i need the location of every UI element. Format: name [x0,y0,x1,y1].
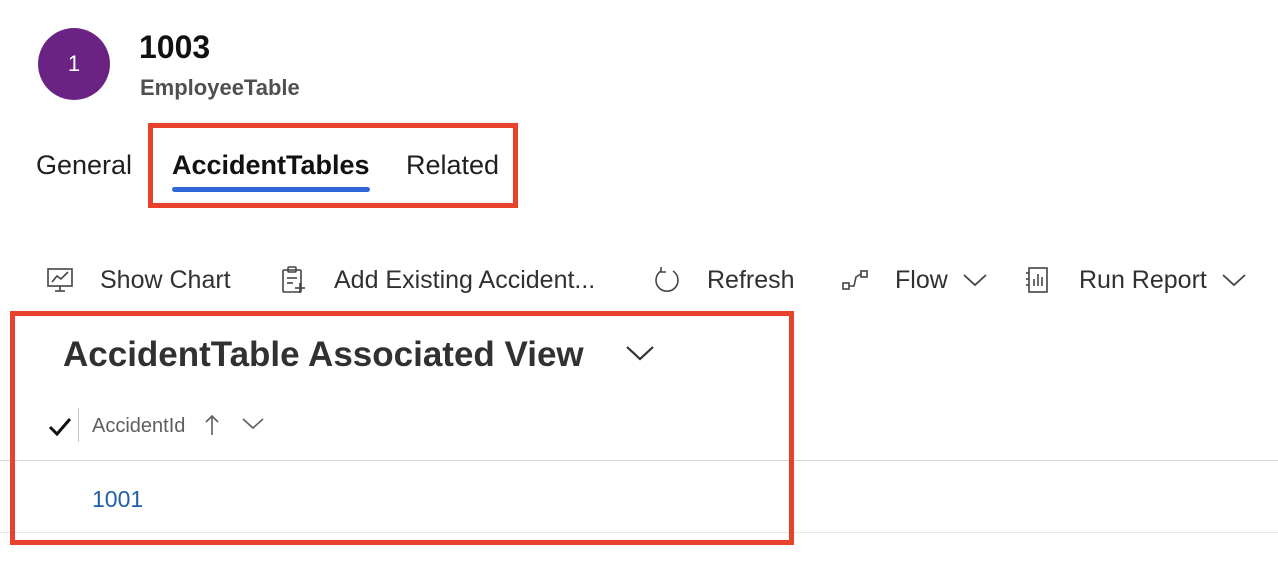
chevron-down-icon [962,272,988,288]
run-report-button[interactable]: Run Report [1025,262,1247,298]
view-highlight-box [10,311,794,545]
refresh-button[interactable]: Refresh [653,262,795,298]
clipboard-add-icon [280,265,320,295]
avatar-initial: 1 [67,51,81,76]
page: 1 1003 EmployeeTable General AccidentTab… [0,0,1278,578]
record-entity-name: EmployeeTable [140,75,300,100]
show-chart-button[interactable]: Show Chart [46,262,231,298]
flow-button[interactable]: Flow [841,262,988,298]
chevron-down-icon [1221,272,1247,288]
tabs-highlight-box [148,123,518,208]
flow-label: Flow [895,265,948,294]
add-existing-button[interactable]: Add Existing Accident... [280,262,595,298]
avatar: 1 [38,28,110,100]
record-title: 1003 [139,29,211,65]
tab-general[interactable]: General [36,148,132,182]
refresh-label: Refresh [707,265,795,294]
run-report-label: Run Report [1079,265,1207,294]
chart-icon [46,267,86,293]
add-existing-label: Add Existing Accident... [334,265,596,294]
report-icon [1025,266,1065,294]
flow-icon [841,267,881,293]
show-chart-label: Show Chart [100,265,231,294]
refresh-icon [653,266,693,294]
